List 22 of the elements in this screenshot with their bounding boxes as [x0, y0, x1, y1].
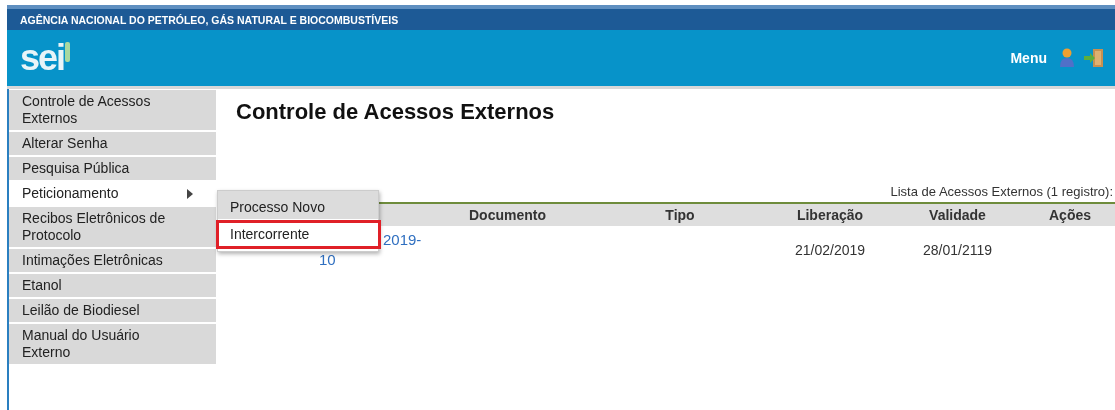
column-header: Documento	[425, 203, 590, 226]
agency-name: AGÊNCIA NACIONAL DO PETRÓLEO, GÁS NATURAL E BIOCOMBUSTÍVEIS	[20, 14, 399, 26]
table-cell: 21/02/2019	[770, 226, 890, 271]
sidebar-item[interactable]: Manual do Usuário Externo	[9, 324, 216, 364]
page-title: Controle de Acessos Externos	[236, 99, 556, 125]
column-header: Liberação	[770, 203, 890, 226]
table-caption: Lista de Acessos Externos (1 registro):	[889, 184, 1114, 199]
column-header: Tipo	[590, 203, 770, 226]
sidebar-item[interactable]: Controle de Acessos Externos	[9, 90, 216, 130]
table-cell: 28/01/2119	[890, 226, 1025, 271]
submenu-item[interactable]: Processo Novo	[218, 191, 378, 219]
sidebar-item[interactable]: Pesquisa Pública	[9, 157, 216, 180]
sidebar-item[interactable]: Leilão de Biodiesel	[9, 299, 216, 322]
sidebar-item[interactable]: Intimações Eletrônicas	[9, 249, 216, 272]
user-icon[interactable]	[1059, 48, 1075, 68]
submenu-item[interactable]: Intercorrente	[216, 220, 381, 249]
column-header: Ações	[1025, 203, 1115, 226]
sidebar-item[interactable]: Alterar Senha	[9, 132, 216, 155]
sidebar-item[interactable]: Recibos Eletrônicos de Protocolo	[9, 207, 216, 247]
exit-door-icon[interactable]	[1083, 48, 1105, 68]
sidebar-item[interactable]: Etanol	[9, 274, 216, 297]
column-header: Validade	[890, 203, 1025, 226]
